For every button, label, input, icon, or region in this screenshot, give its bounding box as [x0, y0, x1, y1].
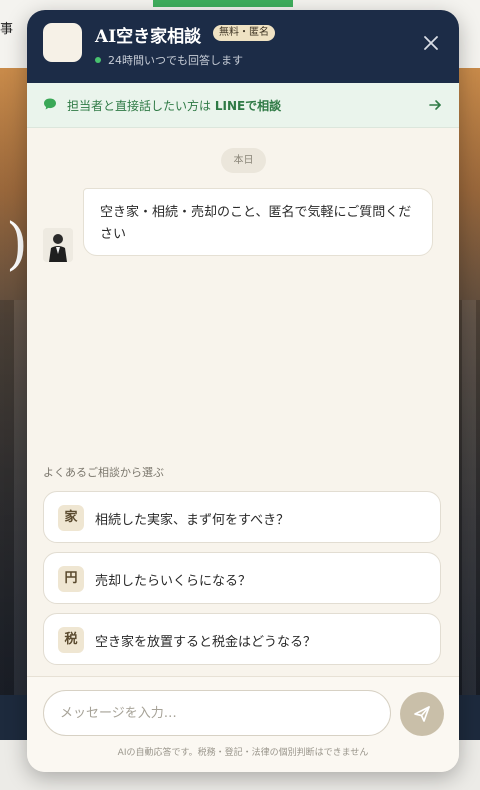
house-badge-icon: 家 — [58, 505, 84, 531]
tax-badge-icon: 税 — [58, 627, 84, 653]
close-icon — [424, 36, 438, 50]
date-separator: 本日 — [221, 148, 266, 173]
send-button[interactable] — [400, 692, 444, 736]
line-consult-text: 担当者と直接話したい方は LINEで相談 — [67, 97, 281, 114]
faq-item[interactable]: 家 相続した実家、まず何をすべき？ — [43, 491, 441, 543]
line-consult-prefix: 担当者と直接話したい方は — [67, 99, 215, 113]
chat-header: AI空き家相談 無料・匿名 24時間いつでも回答します — [27, 10, 459, 83]
background-header-text: 事 — [0, 22, 14, 37]
yen-badge-icon: 円 — [58, 566, 84, 592]
faq-item-label: 売却したらいくらになる？ — [95, 574, 252, 589]
chat-bubble-icon — [44, 98, 56, 110]
line-consult-strong: LINEで相談 — [214, 99, 282, 113]
close-button[interactable] — [417, 29, 445, 57]
line-consult-link[interactable]: 担当者と直接話したい方は LINEで相談 — [27, 83, 459, 128]
free-anonymous-badge: 無料・匿名 — [213, 25, 275, 41]
faq-item-label: 空き家を放置すると税金はどうなる？ — [95, 635, 317, 650]
person-avatar-icon — [43, 228, 73, 262]
agent-avatar — [43, 228, 73, 262]
faq-item[interactable]: 税 空き家を放置すると税金はどうなる？ — [43, 613, 441, 665]
message-input[interactable] — [43, 690, 391, 736]
chat-widget: AI空き家相談 無料・匿名 24時間いつでも回答します 担当者と直接話したい方は… — [27, 10, 459, 772]
online-status: 24時間いつでも回答します — [95, 52, 243, 68]
send-icon — [414, 706, 430, 722]
faq-heading: よくあるご相談から選ぶ — [43, 466, 164, 479]
message-composer: AIの自動応答です。税務・登記・法律の個別判断はできません — [27, 676, 459, 772]
background-hero-text: ) — [6, 212, 28, 277]
faq-item-label: 相続した実家、まず何をすべき？ — [95, 513, 290, 528]
online-dot-icon — [95, 57, 101, 63]
chat-title: AI空き家相談 — [95, 27, 202, 47]
ai-disclaimer: AIの自動応答です。税務・登記・法律の個別判断はできません — [117, 748, 369, 758]
chat-messages: 本日 空き家・相続・売却のこと、匿名で気軽にご質問ください よくあるご相談から選… — [27, 128, 459, 676]
arrow-right-icon — [429, 100, 441, 110]
logo — [43, 23, 82, 62]
background-accent-strip — [153, 0, 293, 7]
status-text: 24時間いつでも回答します — [108, 54, 243, 67]
faq-item[interactable]: 円 売却したらいくらになる？ — [43, 552, 441, 604]
assistant-message: 空き家・相続・売却のこと、匿名で気軽にご質問ください — [83, 188, 433, 256]
